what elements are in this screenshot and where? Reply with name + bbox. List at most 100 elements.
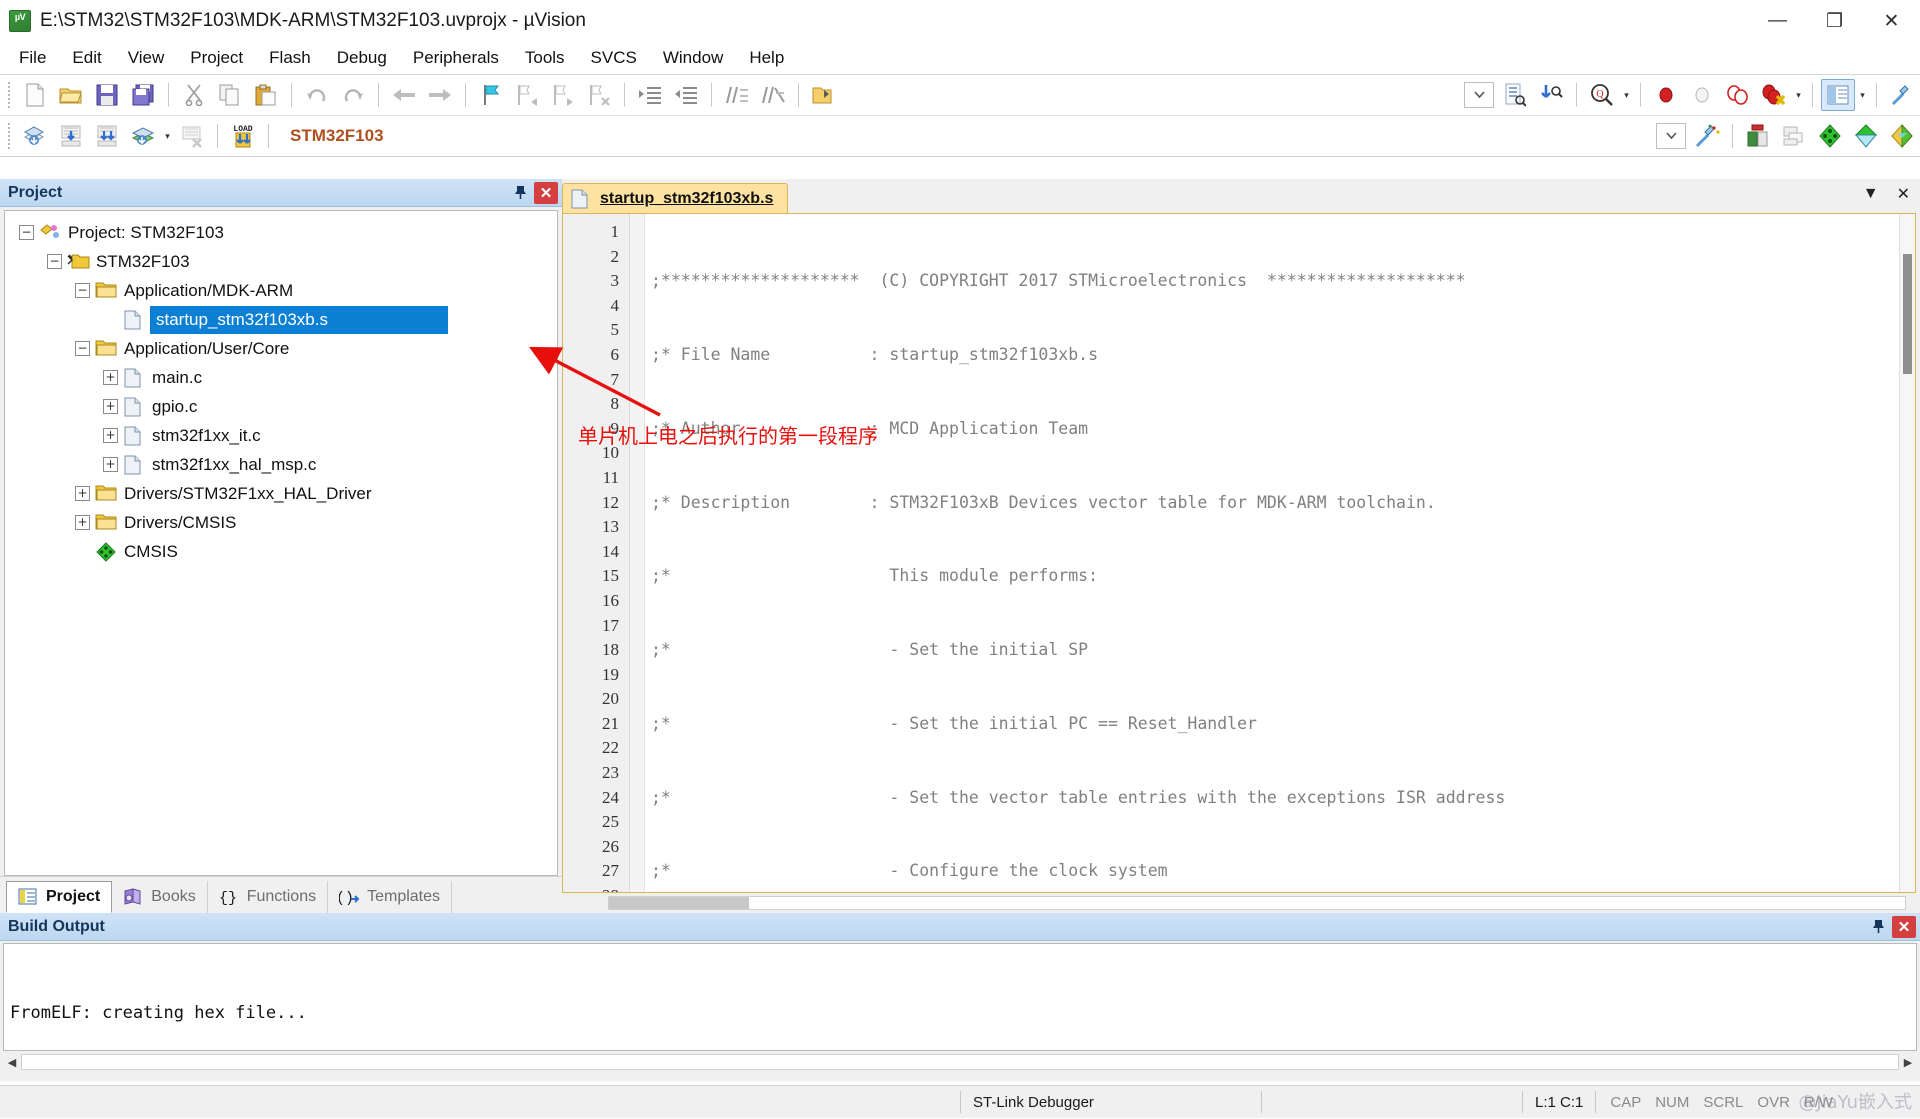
expander-toggle[interactable]: + [103, 428, 118, 443]
target-selector[interactable]: STM32F103 [290, 126, 384, 146]
project-tree[interactable]: − Project: STM32F103 − STM32F103 − Appli… [4, 210, 558, 876]
tree-node-group-mdk-arm[interactable]: − Application/MDK-ARM [5, 276, 557, 305]
bookmark-toggle-icon[interactable] [474, 79, 508, 111]
build-icon[interactable] [54, 120, 88, 152]
file-properties-icon[interactable] [1498, 79, 1532, 111]
manage-run-env-icon[interactable] [1690, 120, 1724, 152]
tree-node-target[interactable]: − STM32F103 [5, 247, 557, 276]
open-file-icon[interactable] [54, 79, 88, 111]
code-editor[interactable]: 1 2 3 4 5 6 7 8 9 10 11 12 13 14 15 16 1… [562, 213, 1916, 893]
build-output-text[interactable]: FromELF: creating hex file... "STM32F103… [3, 943, 1917, 1051]
tree-node-group-user-core[interactable]: − Application/User/Core [5, 334, 557, 363]
tree-node-project[interactable]: − Project: STM32F103 [5, 218, 557, 247]
window-layout-dropdown-caret[interactable]: ▾ [1856, 79, 1869, 111]
bookmark-prev-icon[interactable] [510, 79, 544, 111]
expander-toggle[interactable]: + [75, 486, 90, 501]
tab-project[interactable]: Project [6, 881, 113, 913]
fold-margin[interactable] [630, 214, 645, 892]
menu-help[interactable]: Help [736, 44, 797, 72]
pin-icon[interactable] [506, 180, 534, 206]
close-icon[interactable]: ✕ [1892, 915, 1916, 938]
bookmark-clear-icon[interactable] [582, 79, 616, 111]
toolbar-grip[interactable] [8, 123, 11, 149]
tree-node-main-c[interactable]: + main.c [5, 363, 557, 392]
tree-node-startup-file[interactable]: startup_stm32f103xb.s [5, 305, 557, 334]
scroll-right-arrow[interactable]: ▶ [1899, 1054, 1917, 1070]
save-all-icon[interactable] [126, 79, 160, 111]
tab-templates[interactable]: () Templates [328, 881, 453, 913]
maximize-button[interactable]: ❐ [1806, 0, 1863, 42]
expander-toggle[interactable]: + [103, 399, 118, 414]
tree-node-gpio-c[interactable]: + gpio.c [5, 392, 557, 421]
navigate-back-icon[interactable] [387, 79, 421, 111]
find-in-files-icon[interactable] [1534, 79, 1568, 111]
expander-toggle[interactable]: − [75, 283, 90, 298]
scrollbar-track[interactable] [608, 896, 1906, 910]
tree-node-stm32f1xx-it-c[interactable]: + stm32f1xx_it.c [5, 421, 557, 450]
tree-node-stm32f1xx-hal-msp-c[interactable]: + stm32f1xx_hal_msp.c [5, 450, 557, 479]
scrollbar-track[interactable] [21, 1054, 1899, 1070]
toolbar-grip[interactable] [8, 82, 11, 108]
expander-toggle[interactable]: − [19, 225, 34, 240]
window-layout-icon[interactable] [1821, 79, 1855, 111]
pin-icon[interactable] [1864, 914, 1892, 940]
copy-icon[interactable] [213, 79, 247, 111]
menu-peripherals[interactable]: Peripherals [400, 44, 512, 72]
minimize-button[interactable]: — [1749, 0, 1806, 42]
tree-node-cmsis-component[interactable]: CMSIS [5, 537, 557, 566]
kill-all-breakpoints-icon[interactable] [1757, 79, 1791, 111]
close-icon[interactable]: ✕ [1897, 184, 1910, 204]
insert-breakpoint-icon[interactable] [1649, 79, 1683, 111]
build-output-scrollbar[interactable]: ◀ ▶ [0, 1051, 1920, 1073]
document-tab-startup-file[interactable]: startup_stm32f103xb.s [562, 183, 789, 213]
tree-node-group-cmsis-drivers[interactable]: + Drivers/CMSIS [5, 508, 557, 537]
pack-installer-icon[interactable] [1849, 120, 1883, 152]
scrollbar-thumb[interactable] [609, 897, 749, 909]
rebuild-icon[interactable] [90, 120, 124, 152]
scrollbar-thumb[interactable] [1903, 254, 1912, 374]
editor-horizontal-scrollbar[interactable] [562, 893, 1916, 913]
save-icon[interactable] [90, 79, 124, 111]
target-options-icon[interactable] [1741, 120, 1775, 152]
translate-icon[interactable] [18, 120, 52, 152]
code-text[interactable]: ;******************** (C) COPYRIGHT 2017… [645, 214, 1899, 892]
batch-build-icon[interactable] [126, 120, 160, 152]
menu-project[interactable]: Project [177, 44, 256, 72]
debug-zoom-icon[interactable]: Q [1585, 79, 1619, 111]
indent-icon[interactable] [633, 79, 667, 111]
tree-node-group-hal-driver[interactable]: + Drivers/STM32F1xx_HAL_Driver [5, 479, 557, 508]
menu-debug[interactable]: Debug [324, 44, 400, 72]
disable-all-breakpoints-icon[interactable] [1721, 79, 1755, 111]
paste-icon[interactable] [249, 79, 283, 111]
search-combo-dropdown[interactable] [1464, 82, 1494, 108]
outdent-icon[interactable] [669, 79, 703, 111]
navigate-forward-icon[interactable] [423, 79, 457, 111]
close-icon[interactable]: ✕ [534, 181, 558, 204]
debug-zoom-dropdown-caret[interactable]: ▾ [1620, 79, 1633, 111]
menu-tools[interactable]: Tools [512, 44, 578, 72]
cut-icon[interactable] [177, 79, 211, 111]
menu-svcs[interactable]: SVCS [578, 44, 650, 72]
menu-view[interactable]: View [115, 44, 178, 72]
tab-functions[interactable]: {} Functions [208, 881, 329, 913]
redo-icon[interactable] [336, 79, 370, 111]
open-folder-icon[interactable] [807, 79, 841, 111]
expander-toggle[interactable]: − [75, 341, 90, 356]
download-icon[interactable]: LOAD [226, 120, 260, 152]
editor-vertical-scrollbar[interactable] [1899, 214, 1915, 892]
configure-wizard-icon[interactable] [1885, 79, 1919, 111]
multi-project-icon[interactable] [1777, 120, 1811, 152]
breakpoints-dropdown-caret[interactable]: ▾ [1792, 79, 1805, 111]
new-file-icon[interactable] [18, 79, 52, 111]
stop-build-icon[interactable] [175, 120, 209, 152]
menu-window[interactable]: Window [650, 44, 736, 72]
chevron-down-icon[interactable]: ▼ [1863, 185, 1879, 203]
uncomment-icon[interactable] [756, 79, 790, 111]
expander-toggle[interactable]: + [75, 515, 90, 530]
scroll-left-arrow[interactable]: ◀ [3, 1054, 21, 1070]
menu-file[interactable]: File [6, 44, 59, 72]
undo-icon[interactable] [300, 79, 334, 111]
disable-breakpoint-icon[interactable] [1685, 79, 1719, 111]
bookmark-next-icon[interactable] [546, 79, 580, 111]
tab-books[interactable]: Books [112, 881, 208, 913]
